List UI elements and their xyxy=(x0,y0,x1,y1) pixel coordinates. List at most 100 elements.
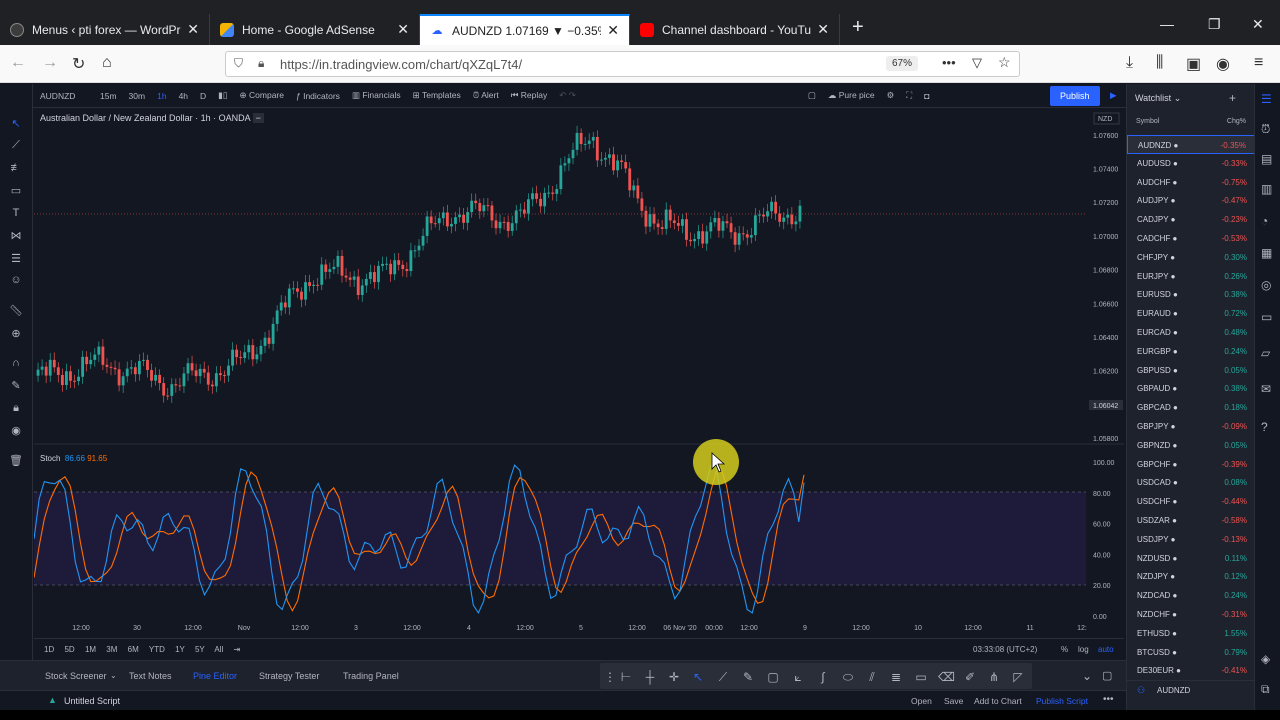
range-1m[interactable]: 1M xyxy=(85,645,96,654)
crosshair-icon[interactable]: ✛ xyxy=(666,670,682,686)
range-buttons[interactable]: 1D 5D 1M 3M 6M YTD 1Y 5Y All ⇥ xyxy=(44,645,240,654)
range-3m[interactable]: 3M xyxy=(106,645,117,654)
watchlist-row[interactable]: USDCHF ● -0.44% xyxy=(1127,492,1255,511)
watchlist-row[interactable]: EURJPY ● 0.26% xyxy=(1127,267,1255,286)
messages-icon[interactable]: ✉ xyxy=(1261,382,1271,396)
rectangle-icon[interactable]: ▢ xyxy=(765,670,781,686)
fib-icon[interactable]: ≣ xyxy=(888,670,904,686)
lock-icon[interactable]: 🔒︎ xyxy=(258,56,264,71)
watchlist-row[interactable]: NZDCHF ● -0.31% xyxy=(1127,605,1255,624)
eraser-icon[interactable]: ⌫ xyxy=(938,670,955,686)
eye-icon[interactable]: ◉ xyxy=(9,424,23,438)
interval-15m[interactable]: 15m xyxy=(94,91,123,101)
pure-price-button[interactable]: ☁ Pure pice xyxy=(822,90,881,101)
compare-button[interactable]: ⊕ Compare xyxy=(234,90,290,101)
url-text[interactable]: https://in.tradingview.com/chart/qXZqL7t… xyxy=(280,57,522,72)
ellipse-icon[interactable]: ⬭ xyxy=(840,670,856,686)
watchlist-row[interactable]: AUDNZD ● -0.35% xyxy=(1127,135,1255,154)
watchlist-row[interactable]: AUDJPY ● -0.47% xyxy=(1127,191,1255,210)
watchlist-row[interactable]: EURAUD ● 0.72% xyxy=(1127,304,1255,323)
pen-icon[interactable]: ✎ xyxy=(9,379,23,393)
play-icon[interactable]: ▶ xyxy=(1104,90,1123,101)
prediction-icon[interactable]: ☰ xyxy=(9,252,23,266)
back-icon[interactable]: ← xyxy=(10,54,26,72)
range-6m[interactable]: 6M xyxy=(128,645,139,654)
watchlist-icon[interactable]: ☰ xyxy=(1261,92,1272,106)
close-tab-icon[interactable]: ✕ xyxy=(817,21,829,38)
close-tab-icon[interactable]: ✕ xyxy=(397,21,409,38)
watchlist-row[interactable]: NZDUSD ● 0.11% xyxy=(1127,549,1255,568)
chevron-down-icon[interactable]: ⌄ xyxy=(110,671,117,680)
financials-button[interactable]: ▥ Financials xyxy=(346,90,407,101)
more-icon[interactable]: ••• xyxy=(1103,694,1114,705)
interval-30m[interactable]: 30m xyxy=(123,91,152,101)
save-button[interactable]: Save xyxy=(944,696,963,706)
watchlist-row[interactable]: GBPJPY ● -0.09% xyxy=(1127,417,1255,436)
currency-label[interactable]: NZD xyxy=(1098,116,1112,123)
hotlist-icon[interactable]: ▥ xyxy=(1261,182,1272,196)
watchlist-row[interactable]: USDZAR ● -0.58% xyxy=(1127,511,1255,530)
watchlist-footer[interactable]: ⚇ AUDNZD xyxy=(1127,680,1255,700)
watchlist-row[interactable]: ETHUSD ● 1.55% xyxy=(1127,624,1255,643)
zoom-in-icon[interactable]: ⊕ xyxy=(9,327,23,341)
reload-icon[interactable]: ↻ xyxy=(72,54,85,74)
cursor-icon[interactable]: ↖ xyxy=(9,117,23,131)
stoch-axis[interactable]: 100.00 80.00 60.00 40.00 20.00 0.00 xyxy=(1093,460,1115,621)
pitchfork-icon[interactable]: ⋔ xyxy=(986,670,1002,686)
tab-strategy-tester[interactable]: Strategy Tester xyxy=(259,671,319,681)
watchlist-row[interactable]: NZDJPY ● 0.12% xyxy=(1127,567,1255,586)
close-tab-icon[interactable]: ✕ xyxy=(187,21,199,38)
watchlist-row[interactable]: NZDCAD ● 0.24% xyxy=(1127,586,1255,605)
maximize-icon[interactable]: ❐ xyxy=(1208,16,1221,33)
menu-icon[interactable]: ≡ xyxy=(1254,54,1263,72)
watchlist-row[interactable]: AUDUSD ● -0.33% xyxy=(1127,154,1255,173)
magnet-icon[interactable]: ∩ xyxy=(9,357,23,371)
watchlist-row[interactable]: USDJPY ● -0.13% xyxy=(1127,530,1255,549)
emoji-icon[interactable]: ☺ xyxy=(9,274,23,288)
bookmark-star-icon[interactable]: ☆ xyxy=(998,54,1011,71)
tab-pine-editor[interactable]: Pine Editor xyxy=(193,671,237,681)
tab-stock-screener[interactable]: Stock Screener xyxy=(45,671,107,681)
time-axis[interactable]: 12:00 30 12:00 Nov 12:00 3 12:00 4 12:00 5 12:00 06… xyxy=(72,625,1087,632)
stoch-legend[interactable]: Stoch 86.66 91.65 xyxy=(40,454,107,463)
column-symbol[interactable]: Symbol xyxy=(1136,118,1159,125)
home-icon[interactable]: ⌂ xyxy=(102,54,112,72)
interval-d[interactable]: D xyxy=(194,91,212,101)
notifications-icon[interactable]: ▱ xyxy=(1261,346,1270,360)
trendline-icon[interactable]: ⟋ xyxy=(715,670,731,686)
watchlist-row[interactable]: DE30EUR ● -0.41% xyxy=(1127,661,1255,680)
fullscreen-icon[interactable]: ⛶ xyxy=(900,90,918,101)
browser-tab-adsense[interactable]: Home - Google AdSense ✕ xyxy=(210,14,420,45)
watchlist-row[interactable]: USDCAD ● 0.08% xyxy=(1127,473,1255,492)
price-axis[interactable]: 1.07600 1.07400 1.07200 1.07000 1.06800 1.066… xyxy=(1093,133,1118,443)
pocket-icon[interactable]: ▽ xyxy=(972,55,982,71)
watchlist-row[interactable]: CHFJPY ● 0.30% xyxy=(1127,248,1255,267)
curve-icon[interactable]: ∫ xyxy=(815,670,831,686)
goto-date-icon[interactable]: ⇥ xyxy=(234,645,241,654)
streams-icon[interactable]: ◎ xyxy=(1261,278,1271,292)
browser-tab-wordpress[interactable]: Menus ‹ pti forex — WordPress ✕ xyxy=(0,14,210,45)
stack-icon[interactable]: ⧉ xyxy=(1261,682,1270,697)
text-icon[interactable]: T xyxy=(9,207,23,221)
data-window-icon[interactable]: ▤ xyxy=(1261,152,1272,166)
path-icon[interactable]: ⟀ xyxy=(790,670,806,686)
parallel-channel-icon[interactable]: ⫽ xyxy=(864,670,880,686)
more-icon[interactable]: ••• xyxy=(942,55,956,70)
tab-trading-panel[interactable]: Trading Panel xyxy=(343,671,399,681)
trendline-icon[interactable]: ⟋ xyxy=(9,139,23,153)
calendar-icon[interactable]: ◔ xyxy=(1261,214,1268,228)
watchlist-row[interactable]: GBPAUD ● 0.38% xyxy=(1127,379,1255,398)
layers-icon[interactable]: ◈ xyxy=(1261,652,1270,666)
layout-icon[interactable]: ▢ xyxy=(802,90,822,101)
settings-icon[interactable]: ⚙ xyxy=(881,90,901,101)
auto-toggle[interactable]: auto xyxy=(1098,645,1114,654)
range-1y[interactable]: 1Y xyxy=(175,645,185,654)
percent-toggle[interactable]: % xyxy=(1061,645,1068,654)
lock-icon[interactable]: 🔒︎ xyxy=(9,402,23,416)
watchlist-row[interactable]: EURCAD ● 0.48% xyxy=(1127,323,1255,342)
watchlist-title[interactable]: Watchlist ⌄ xyxy=(1135,93,1181,104)
account-icon[interactable]: ◉ xyxy=(1216,54,1230,74)
watchlist-row[interactable]: CADJPY ● -0.23% xyxy=(1127,210,1255,229)
gann-icon[interactable]: ◸ xyxy=(1010,670,1026,686)
vertical-line-icon[interactable]: ┼ xyxy=(642,670,658,686)
